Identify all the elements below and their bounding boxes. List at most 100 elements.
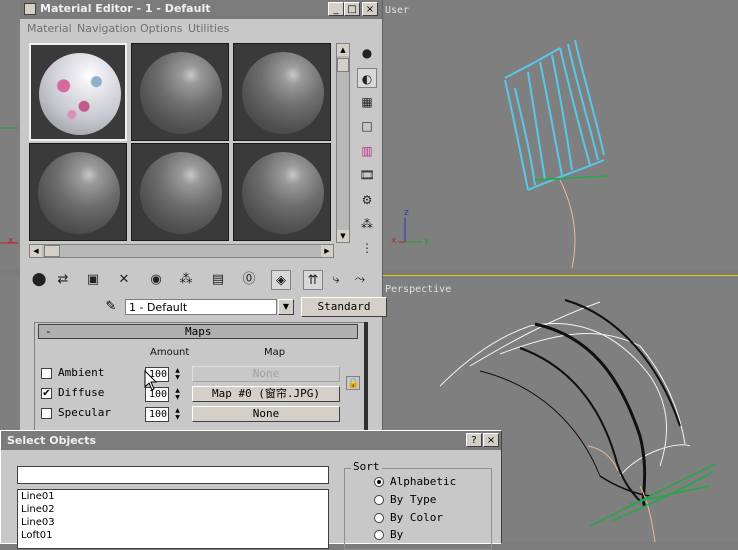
video-color-check-icon[interactable]: ▥ [357, 141, 377, 161]
ambient-label: Ambient [58, 366, 105, 379]
specular-amount-field[interactable]: 100 [145, 407, 169, 422]
sample-sphere [38, 152, 120, 234]
slots-horizontal-scrollbar[interactable]: ◀ ▶ [29, 244, 334, 258]
material-slot-5[interactable] [131, 143, 229, 241]
object-name-filter-input[interactable] [17, 466, 329, 484]
sort-by-color-label[interactable]: By Color [390, 511, 443, 524]
sort-alphabetic-label[interactable]: Alphabetic [390, 475, 456, 488]
sort-by-type-label[interactable]: By Type [390, 493, 436, 506]
ambient-checkbox[interactable] [41, 368, 52, 379]
scroll-down-arrow[interactable]: ▼ [337, 230, 349, 242]
material-editor-title: Material Editor - 1 - Default [40, 2, 211, 15]
specular-map-button[interactable]: None [192, 406, 340, 422]
sample-sphere [140, 152, 222, 234]
ambient-map-button[interactable]: None [192, 366, 340, 382]
slots-vertical-scrollbar[interactable]: ▲ ▼ [336, 43, 350, 243]
diffuse-map-button[interactable]: Map #0 (窗帘.JPG) [192, 386, 340, 402]
get-material-icon[interactable]: ⬤ [29, 270, 49, 290]
list-item[interactable]: Line02 [21, 504, 55, 515]
specular-amount-spinner[interactable]: ▲ ▼ [173, 407, 182, 422]
make-preview-icon[interactable]: 🎞 [357, 165, 377, 185]
scroll-left-arrow[interactable]: ◀ [30, 245, 42, 257]
sample-sphere [242, 152, 324, 234]
pick-material-icon[interactable]: ⤳ [350, 270, 370, 290]
specular-label: Specular [58, 406, 111, 419]
object-list[interactable]: Line01 Line02 Line03 Loft01 [17, 489, 329, 549]
menu-bar: Material Navigation Options Utilities [20, 19, 382, 39]
axis-label-z: z [404, 208, 409, 218]
assign-material-icon[interactable]: ▣ [83, 270, 103, 290]
material-slot-4[interactable] [29, 143, 127, 241]
sample-uv-tiling-icon[interactable]: □ [357, 116, 377, 136]
material-effects-channel-icon[interactable]: ▤ [208, 270, 228, 290]
help-button[interactable]: ? [466, 433, 482, 447]
material-name-dropdown-arrow[interactable]: ▼ [278, 299, 294, 315]
specular-checkbox[interactable] [41, 408, 52, 419]
scroll-thumb[interactable] [337, 58, 349, 72]
menu-navigation[interactable]: Navigation [77, 22, 136, 35]
show-map-in-viewport-icon[interactable]: ⓪ [239, 270, 259, 290]
go-to-parent-icon[interactable]: ⇈ [303, 270, 323, 290]
ambient-amount-spinner[interactable]: ▲ ▼ [173, 367, 182, 382]
amount-column-header: Amount [150, 347, 190, 358]
maximize-button[interactable]: □ [344, 2, 360, 16]
sort-by-type-radio[interactable] [374, 495, 384, 505]
background-checker-icon[interactable]: ▦ [357, 92, 377, 112]
backlight-icon[interactable]: ◐ [357, 68, 377, 88]
make-material-copy-icon[interactable]: ◉ [146, 270, 166, 290]
select-objects-dialog: Select Objects ? × Line01 Line02 Line03 … [0, 430, 502, 550]
rollout-scrollbar[interactable] [364, 322, 368, 440]
material-editor-titlebar[interactable]: Material Editor - 1 - Default _ □ × [20, 0, 382, 19]
list-item[interactable]: Line03 [21, 517, 55, 528]
sample-type-icon[interactable]: ● [357, 43, 377, 63]
select-objects-title: Select Objects [7, 434, 97, 447]
material-slot-6[interactable] [233, 143, 331, 241]
lock-icon[interactable]: 🔒 [346, 376, 360, 390]
maps-rollout [34, 322, 366, 442]
sort-group-title: Sort [351, 460, 382, 473]
show-end-result-icon[interactable]: ◈ [271, 270, 291, 290]
sample-sphere [39, 53, 121, 135]
material-map-navigator-icon[interactable]: ⋮ [357, 238, 377, 258]
maps-rollout-title: Maps [185, 325, 212, 338]
put-to-library-icon[interactable]: ⁂ [176, 270, 196, 290]
menu-material[interactable]: Material [27, 22, 72, 35]
sort-by-color-radio[interactable] [374, 513, 384, 523]
menu-utilities[interactable]: Utilities [188, 22, 229, 35]
sample-sphere [140, 52, 222, 134]
axis-label-x-left: x [8, 236, 14, 246]
list-item[interactable]: Line01 [21, 491, 55, 502]
eyedropper-icon[interactable]: ✎ [102, 298, 120, 316]
menu-options[interactable]: Options [140, 22, 182, 35]
reset-map-icon[interactable]: ✕ [114, 270, 134, 290]
material-type-button[interactable]: Standard [301, 297, 387, 317]
select-by-material-icon[interactable]: ⁂ [357, 214, 377, 234]
diffuse-amount-spinner[interactable]: ▲ ▼ [173, 387, 182, 402]
material-slot-3[interactable] [233, 43, 331, 141]
sort-by-size-label[interactable]: By [390, 528, 403, 541]
scroll-right-arrow[interactable]: ▶ [321, 245, 333, 257]
scroll-up-arrow[interactable]: ▲ [337, 44, 349, 56]
diffuse-label: Diffuse [58, 386, 105, 399]
go-forward-to-sibling-icon[interactable]: ⤷ [326, 270, 346, 290]
list-item[interactable]: Loft01 [21, 530, 53, 541]
options-icon[interactable]: ⚙ [357, 190, 377, 210]
minimize-button[interactable]: _ [328, 2, 344, 16]
sort-alphabetic-radio[interactable] [374, 477, 384, 487]
app-icon [24, 3, 36, 15]
diffuse-checkbox[interactable]: ✔ [41, 388, 52, 399]
sort-by-size-radio[interactable] [374, 530, 384, 540]
rollout-collapse-toggle[interactable]: - [45, 325, 52, 338]
put-material-to-scene-icon[interactable]: ⇄ [53, 270, 73, 290]
material-slot-2[interactable] [131, 43, 229, 141]
maps-rollout-header[interactable]: - Maps [38, 324, 358, 339]
scroll-thumb-horizontal[interactable] [44, 245, 60, 257]
sample-sphere [242, 52, 324, 134]
material-name-field[interactable]: 1 - Default [125, 299, 277, 315]
close-button[interactable]: × [362, 2, 378, 16]
map-column-header: Map [264, 347, 286, 358]
material-slot-1[interactable] [29, 43, 127, 141]
axis-label-y: y [424, 236, 430, 246]
close-button[interactable]: × [483, 433, 499, 447]
select-objects-titlebar[interactable]: Select Objects ? × [1, 431, 501, 450]
